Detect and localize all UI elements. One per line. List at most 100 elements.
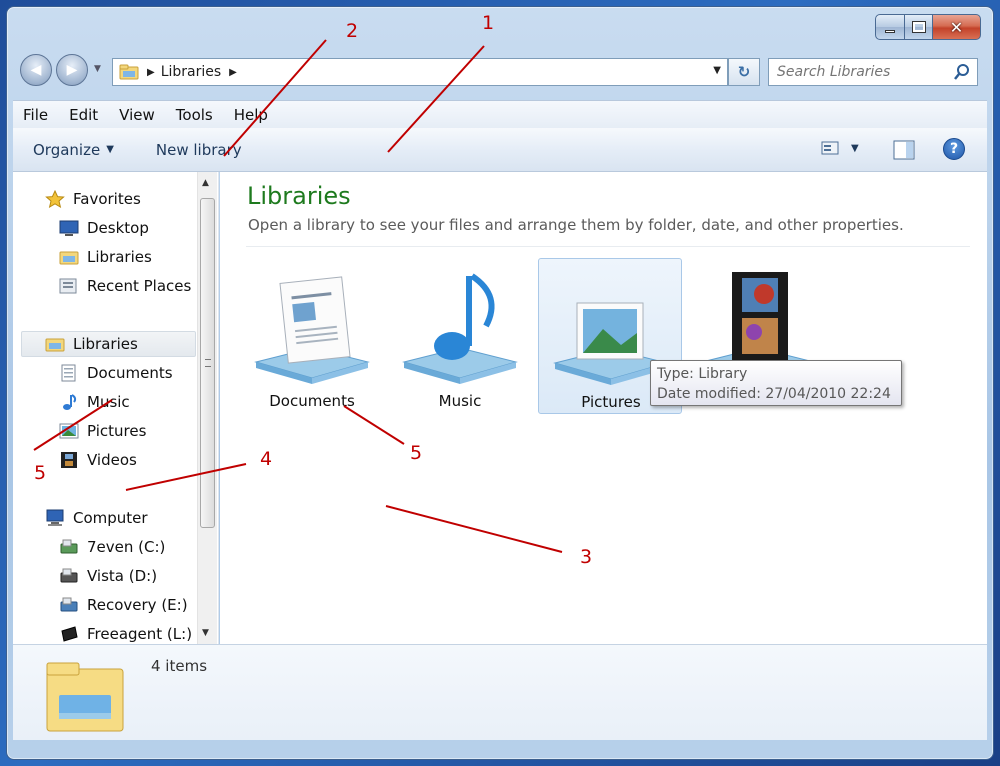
nav-item-music[interactable]: Music	[59, 389, 130, 415]
libraries-folder-icon	[119, 64, 139, 80]
menu-view[interactable]: View	[119, 106, 155, 124]
nav-item-libraries-fav[interactable]: Libraries	[59, 244, 152, 270]
documents-library-icon	[254, 276, 370, 384]
nav-item-documents[interactable]: Documents	[59, 360, 173, 386]
nav-item-pictures[interactable]: Pictures	[59, 418, 146, 444]
caption-buttons: ✕	[875, 14, 981, 40]
nav-item-label: Documents	[87, 364, 173, 382]
nav-item-label: Recovery (E:)	[87, 596, 188, 614]
minimize-button[interactable]	[875, 14, 905, 40]
film-strip-icon	[61, 452, 77, 468]
nav-item-desktop[interactable]: Desktop	[59, 215, 149, 241]
annotation-label-5-center: 5	[410, 442, 423, 464]
new-library-button[interactable]: New library	[156, 141, 242, 159]
back-arrow-icon: ◀	[30, 62, 42, 78]
nav-favorites-label: Favorites	[73, 190, 141, 208]
preview-pane-icon[interactable]	[893, 140, 915, 160]
close-icon: ✕	[949, 17, 964, 37]
libraries-folder-icon	[59, 251, 79, 265]
menu-bar: File Edit View Tools Help	[13, 100, 987, 128]
drive-icon	[60, 568, 78, 583]
drive-icon	[60, 539, 78, 554]
recent-places-icon	[59, 278, 77, 294]
documents-icon	[61, 364, 76, 382]
breadcrumb-separator-icon[interactable]: ▶	[147, 67, 155, 78]
nav-item-recent-places[interactable]: Recent Places	[59, 273, 191, 299]
nav-item-label: Libraries	[87, 248, 152, 266]
back-button[interactable]: ◀	[20, 54, 52, 86]
refresh-button[interactable]: ↻	[728, 58, 760, 86]
nav-item-label: Desktop	[87, 219, 149, 237]
nav-item-drive-d[interactable]: Vista (D:)	[59, 563, 157, 589]
nav-scrollbar[interactable]: ▲ ▼	[197, 172, 217, 644]
nav-item-label: Freeagent (L:)	[87, 625, 193, 643]
address-bar[interactable]: ▶ Libraries ▶ ▼	[112, 58, 728, 86]
annotation-label-4: 4	[260, 448, 273, 470]
chevron-down-icon: ▼	[106, 144, 114, 155]
menu-file[interactable]: File	[23, 106, 48, 124]
search-input[interactable]	[777, 64, 957, 80]
content-area: Libraries Open a library to see your fil…	[220, 172, 987, 644]
view-dropdown-icon[interactable]: ▼	[851, 143, 859, 154]
music-note-icon	[63, 394, 77, 410]
nav-libraries-label: Libraries	[73, 335, 138, 353]
breadcrumb-child-arrow-icon[interactable]: ▶	[229, 67, 237, 78]
navigation-pane: Favorites Desktop Libraries Recent Place…	[13, 172, 219, 644]
nav-item-label: Vista (D:)	[87, 567, 158, 585]
libraries-folder-icon	[46, 662, 124, 732]
menu-help[interactable]: Help	[234, 106, 268, 124]
organize-button[interactable]: Organize ▼	[33, 141, 114, 159]
divider	[246, 246, 970, 247]
nav-favorites[interactable]: Favorites	[45, 186, 141, 212]
nav-item-drive-l[interactable]: Freeagent (L:)	[59, 621, 192, 644]
maximize-icon	[911, 21, 926, 33]
search-box[interactable]	[768, 58, 978, 86]
pictures-icon	[59, 423, 79, 439]
nav-item-drive-e[interactable]: Recovery (E:)	[59, 592, 188, 618]
scroll-down-icon[interactable]: ▼	[202, 628, 209, 638]
nav-item-drive-c[interactable]: 7even (C:)	[59, 534, 165, 560]
drive-icon	[60, 597, 78, 612]
nav-item-videos[interactable]: Videos	[59, 447, 137, 473]
annotation-label-1: 1	[482, 12, 495, 34]
details-pane: 4 items	[13, 644, 987, 740]
view-icon	[821, 141, 839, 155]
nav-libraries[interactable]: Libraries	[45, 331, 138, 357]
item-count: 4 items	[151, 657, 208, 675]
forward-button[interactable]: ▶	[56, 54, 88, 86]
help-icon[interactable]: ?	[943, 138, 965, 160]
tooltip: Type: Library Date modified: 27/04/2010 …	[650, 360, 902, 406]
library-tile-music[interactable]: Music	[388, 258, 532, 414]
close-button[interactable]: ✕	[933, 14, 981, 40]
minimize-icon	[885, 29, 895, 33]
page-title: Libraries	[247, 182, 351, 210]
maximize-button[interactable]	[905, 14, 933, 40]
refresh-icon: ↻	[737, 63, 751, 81]
recent-pages-dropdown[interactable]: ▼	[94, 64, 101, 74]
nav-computer[interactable]: Computer	[45, 505, 148, 531]
computer-icon	[46, 509, 64, 526]
scroll-grip-icon	[205, 359, 211, 367]
address-dropdown-icon[interactable]: ▼	[713, 65, 721, 76]
star-icon	[45, 190, 65, 208]
scroll-thumb[interactable]	[200, 198, 215, 528]
nav-item-label: Recent Places	[87, 277, 192, 295]
menu-edit[interactable]: Edit	[69, 106, 98, 124]
external-drive-icon	[61, 626, 78, 642]
nav-item-label: Music	[87, 393, 130, 411]
breadcrumb-libraries[interactable]: Libraries	[161, 64, 221, 80]
music-library-icon	[402, 273, 518, 384]
search-icon[interactable]	[953, 63, 971, 81]
tooltip-date-modified: Date modified: 27/04/2010 22:24	[657, 386, 891, 402]
annotation-label-2: 2	[346, 20, 359, 42]
page-subtitle: Open a library to see your files and arr…	[248, 216, 904, 234]
menu-tools[interactable]: Tools	[176, 106, 213, 124]
annotation-label-5-left: 5	[34, 462, 47, 484]
desktop-icon	[59, 220, 79, 236]
libraries-folder-icon	[45, 338, 65, 352]
library-tile-documents[interactable]: Documents	[240, 258, 384, 414]
change-view-button[interactable]: ▼	[821, 140, 859, 156]
nav-computer-label: Computer	[73, 509, 148, 527]
scroll-up-icon[interactable]: ▲	[202, 178, 209, 188]
library-label: Documents	[269, 392, 355, 410]
